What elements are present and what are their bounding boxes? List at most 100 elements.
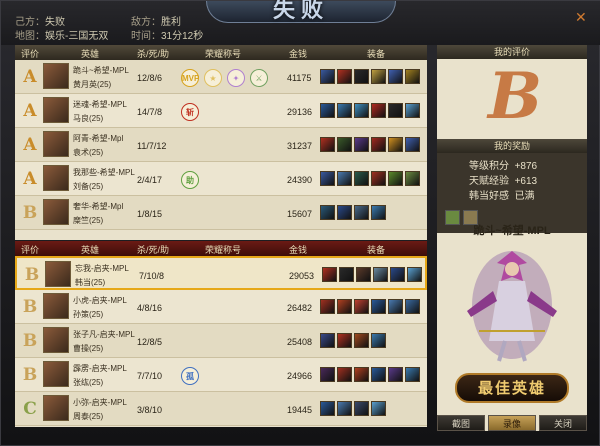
equipment-item-icon[interactable] (320, 69, 335, 84)
equipment-item-icon[interactable] (371, 299, 386, 314)
player-row[interactable]: A 阿青-希望-Mpl 袁术(25) 11/7/12 31237 (15, 128, 427, 162)
equipment-item-icon[interactable] (407, 267, 422, 282)
rank-grade: B (24, 265, 40, 285)
equipment-list (320, 333, 388, 348)
equipment-item-icon[interactable] (337, 367, 352, 382)
equipment-item-icon[interactable] (388, 137, 403, 152)
equipment-item-icon[interactable] (405, 137, 420, 152)
equipment-item-icon[interactable] (320, 299, 335, 314)
equipment-list (320, 205, 388, 220)
equipment-item-icon[interactable] (337, 171, 352, 186)
equipment-item-icon[interactable] (320, 333, 335, 348)
equipment-item-icon[interactable] (337, 333, 352, 348)
match-info-bar: 己方：失败 敌方：胜利 地图：娱乐-三国无双 时间：31分12秒 失败 ✕ (1, 0, 600, 45)
equipment-list (320, 69, 422, 84)
equipment-item-icon[interactable] (371, 401, 386, 416)
equipment-item-icon[interactable] (371, 69, 386, 84)
equipment-item-icon[interactable] (354, 205, 369, 220)
equipment-item-icon[interactable] (354, 367, 369, 382)
equipment-item-icon[interactable] (337, 401, 352, 416)
equipment-item-icon[interactable] (371, 171, 386, 186)
equipment-item-icon[interactable] (356, 267, 371, 282)
equipment-item-icon[interactable] (405, 299, 420, 314)
team-own-header: 评价 英雄 杀/死/助 荣耀称号 金钱 装备 (15, 45, 427, 60)
equipment-item-icon[interactable] (371, 367, 386, 382)
slay-badge-icon[interactable]: 斩 (181, 103, 199, 121)
equipment-item-icon[interactable] (322, 267, 337, 282)
player-row[interactable]: B 奢华-希望-Mpl 糜竺(25) 1/8/15 15607 (15, 196, 427, 230)
equipment-item-icon[interactable] (371, 205, 386, 220)
equipment-item-icon[interactable] (354, 137, 369, 152)
equipment-item-icon[interactable] (405, 171, 420, 186)
rank-grade: A (23, 135, 37, 155)
gold-amount: 24966 (287, 371, 313, 381)
equipment-item-icon[interactable] (388, 171, 403, 186)
replay-button[interactable]: 录像 (488, 415, 536, 431)
kda: 12/8/6 (137, 73, 163, 83)
best-hero-button[interactable]: 最佳英雄 (455, 373, 569, 403)
kda: 3/8/10 (137, 405, 163, 415)
equipment-item-icon[interactable] (371, 137, 386, 152)
reward-level-points: 等级积分 +876 (469, 161, 538, 172)
equipment-item-icon[interactable] (337, 137, 352, 152)
hero-portrait-icon (43, 361, 69, 387)
player-row[interactable]: B 张子凡-启夹-MPL 曹操(25) 12/8/5 25408 (15, 324, 427, 358)
equipment-item-icon[interactable] (337, 69, 352, 84)
player-row[interactable]: A 迷魂-希望-MPL 马良(25) 14/7/8 斩 29136 (15, 94, 427, 128)
equipment-item-icon[interactable] (354, 333, 369, 348)
equipment-item-icon[interactable] (388, 299, 403, 314)
equipment-item-icon[interactable] (337, 205, 352, 220)
gold-amount: 19445 (287, 405, 313, 415)
player-row[interactable]: C 小弥-启夹-MPL 周泰(25) 3/8/10 19445 (15, 392, 427, 426)
equipment-item-icon[interactable] (405, 69, 420, 84)
equipment-item-icon[interactable] (388, 367, 403, 382)
hero-portrait-icon (43, 165, 69, 191)
equipment-item-icon[interactable] (354, 171, 369, 186)
player-row[interactable]: A 跪斗~希望-MPL 黄月英(25) 12/8/6 MVP ★ ✦ ⚔ 41175 (15, 60, 427, 94)
swords-badge-icon[interactable]: ⚔ (250, 69, 268, 87)
equipment-item-icon[interactable] (354, 103, 369, 118)
assist-badge-icon[interactable]: 助 (181, 171, 199, 189)
equipment-item-icon[interactable] (354, 401, 369, 416)
equipment-item-icon[interactable] (337, 299, 352, 314)
equipment-item-icon[interactable] (405, 103, 420, 118)
player-row[interactable]: A 我那些-希望-MPL 刘备(25) 2/4/17 助 24390 (15, 162, 427, 196)
equipment-item-icon[interactable] (388, 69, 403, 84)
equipment-list (320, 401, 388, 416)
personal-summary-panel: 我的评价 B 我的奖励 等级积分 +876 天赋经验 +613 韩当好感 已满 … (437, 45, 587, 431)
equipment-item-icon[interactable] (371, 103, 386, 118)
equipment-item-icon[interactable] (320, 401, 335, 416)
equipment-item-icon[interactable] (320, 137, 335, 152)
close-icon[interactable]: ✕ (575, 9, 587, 26)
equipment-item-icon[interactable] (320, 103, 335, 118)
hero-portrait-icon (43, 327, 69, 353)
equipment-item-icon[interactable] (354, 299, 369, 314)
equipment-item-icon[interactable] (320, 367, 335, 382)
enemy-team-result: 敌方：胜利 (131, 17, 181, 28)
honor-list: 斩 (181, 102, 204, 121)
player-name: 迷魂-希望-MPL (73, 100, 127, 109)
lone-badge-icon[interactable]: 孤 (181, 367, 199, 385)
equipment-item-icon[interactable] (390, 267, 405, 282)
kda: 2/4/17 (137, 175, 163, 185)
equipment-item-icon[interactable] (339, 267, 354, 282)
equipment-item-icon[interactable] (405, 367, 420, 382)
close-button[interactable]: 关闭 (539, 415, 587, 431)
player-row[interactable]: B 霹雳-启夹-MPL 张纮(25) 7/7/10 孤 24966 (15, 358, 427, 392)
equipment-item-icon[interactable] (320, 171, 335, 186)
equipment-item-icon[interactable] (354, 69, 369, 84)
star-badge-icon[interactable]: ★ (204, 69, 222, 87)
equipment-item-icon[interactable] (320, 205, 335, 220)
equipment-item-icon[interactable] (337, 103, 352, 118)
player-row[interactable]: B 忘我-启夹-MPL 韩当(25) 7/10/8 29053 (15, 256, 427, 290)
equipment-item-icon[interactable] (371, 333, 386, 348)
mvp-badge-icon[interactable]: MVP (181, 69, 199, 87)
player-row[interactable]: B 小虎-启夹-MPL 孙策(25) 4/8/16 26482 (15, 290, 427, 324)
gold-amount: 41175 (287, 73, 312, 83)
kda: 12/8/5 (137, 337, 163, 347)
equipment-item-icon[interactable] (373, 267, 388, 282)
my-grade: B (488, 59, 543, 134)
gem-badge-icon[interactable]: ✦ (227, 69, 245, 87)
equipment-item-icon[interactable] (388, 103, 403, 118)
screenshot-button[interactable]: 截图 (437, 415, 485, 431)
